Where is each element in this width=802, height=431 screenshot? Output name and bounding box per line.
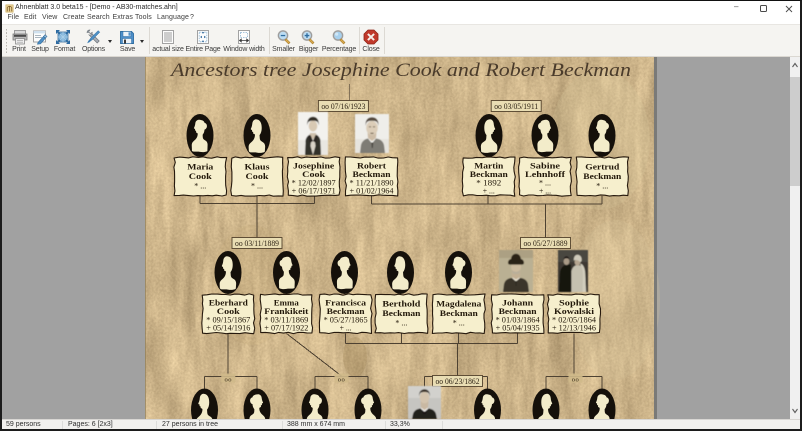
svg-text:Beckman: Beckman [583,171,621,181]
svg-text:+ 05/04/1935: + 05/04/1935 [496,324,540,333]
svg-text:Ancestors tree Josephine Cook: Ancestors tree Josephine Cook and Robert… [169,60,631,81]
svg-text:+ 07/17/1922: + 07/17/1922 [264,324,308,333]
svg-text:Klaus: Klaus [245,162,271,172]
svg-text:oo 07/16/1923: oo 07/16/1923 [321,102,365,111]
svg-text:+ 05/14/1916: + 05/14/1916 [206,324,250,333]
svg-text:oo 06/23/1862: oo 06/23/1862 [436,377,480,386]
svg-text:+ ...: + ... [340,324,352,333]
svg-text:Gertrud: Gertrud [585,162,619,172]
svg-text:+ 06/17/1971: + 06/17/1971 [292,187,336,196]
svg-text:* ...: * ... [395,319,407,328]
svg-text:+ 12/13/1946: + 12/13/1946 [552,324,596,333]
svg-text:Beckman: Beckman [440,308,478,318]
svg-text:+ 01/02/1964: + 01/02/1964 [350,187,394,196]
svg-text:oo: oo [572,377,580,384]
svg-text:Maria: Maria [187,162,214,172]
svg-text:Cook: Cook [246,171,269,181]
svg-text:oo 03/11/1889: oo 03/11/1889 [235,239,279,248]
svg-text:* ...: * ... [194,182,206,191]
svg-text:* ...: * ... [453,319,465,328]
svg-text:Cook: Cook [189,171,212,181]
svg-text:* ...: * ... [596,182,608,191]
svg-text:Berthold: Berthold [382,299,420,309]
svg-text:oo 05/27/1889: oo 05/27/1889 [524,239,568,248]
svg-text:+ ...: + ... [539,187,551,196]
svg-text:oo: oo [338,377,346,384]
svg-text:Beckman: Beckman [382,308,420,318]
svg-text:oo 03/05/1911: oo 03/05/1911 [494,102,538,111]
svg-text:* ...: * ... [251,182,263,191]
svg-text:+ ...: + ... [483,187,495,196]
svg-text:Magdalena: Magdalena [436,299,482,309]
svg-text:oo: oo [225,377,233,384]
